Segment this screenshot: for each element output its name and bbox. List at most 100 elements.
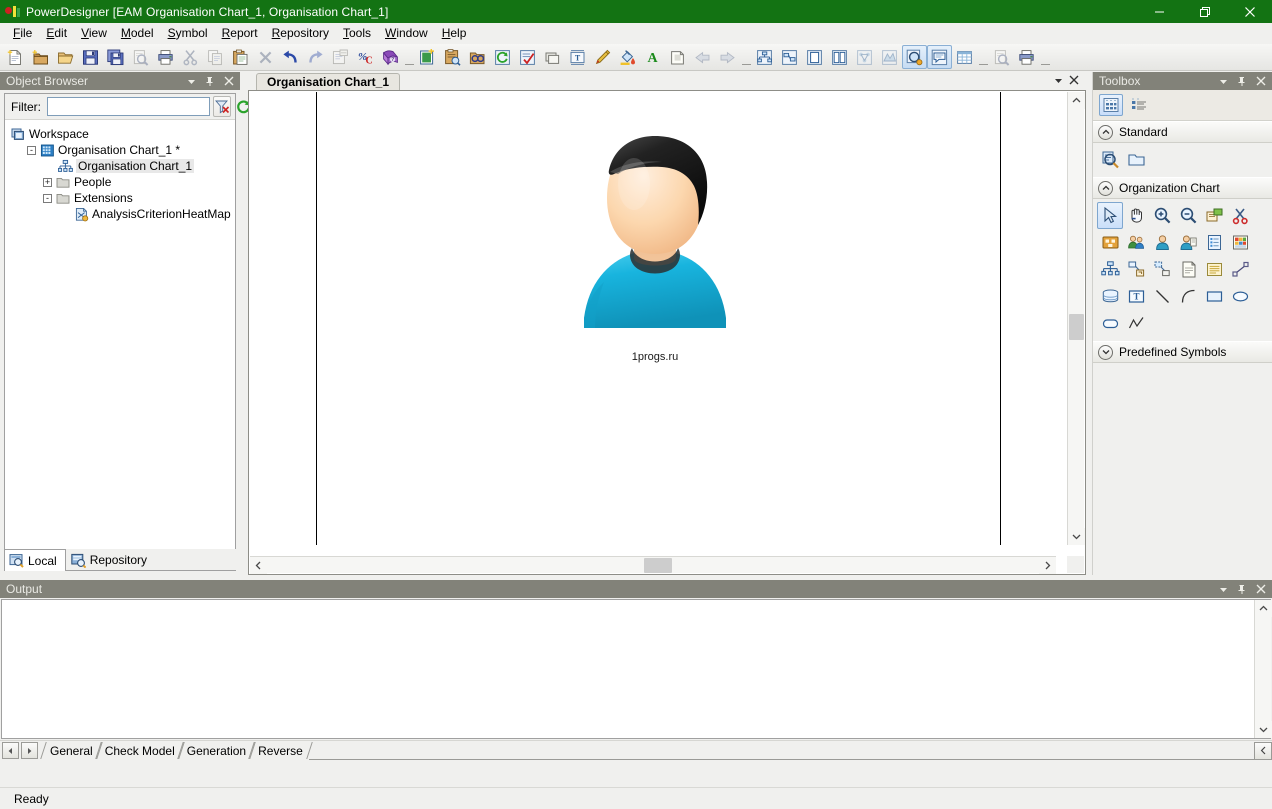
tree-node-people[interactable]: + People [11,174,233,190]
vertical-scroll-thumb[interactable] [1069,314,1084,340]
pointer-icon[interactable] [1097,202,1123,229]
zoom-properties-icon[interactable] [1097,146,1123,173]
tree-node-organisation-chart-1[interactable]: Organisation Chart_1 [11,158,233,174]
pen-icon[interactable] [590,45,615,69]
shadow-icon[interactable] [665,45,690,69]
grid-icon[interactable] [952,45,977,69]
chevron-left-icon[interactable] [1254,741,1272,760]
new-diagram-icon[interactable] [415,45,440,69]
output-text-area[interactable] [1,599,1272,739]
rectangle-icon[interactable] [1201,283,1227,310]
delete-scissors-icon[interactable] [1227,202,1253,229]
text-document-icon[interactable] [1201,256,1227,283]
text-frame-icon[interactable]: T [565,45,590,69]
output-tab-check-model[interactable]: Check Model [99,741,181,760]
menu-item-symbol[interactable]: Symbol [161,24,215,42]
chevron-right-icon[interactable] [1039,556,1056,574]
file-stack-icon[interactable] [1097,283,1123,310]
org-structure-icon[interactable] [1097,256,1123,283]
find-objects-icon[interactable] [465,45,490,69]
save-icon[interactable] [78,45,103,69]
tree-node-extensions[interactable]: - Extensions [11,190,233,206]
minimize-button[interactable] [1137,0,1182,23]
person-symbol[interactable]: 1progs.ru [570,132,740,363]
next-icon[interactable] [21,742,38,759]
prev-icon[interactable] [2,742,19,759]
zoom-window-icon[interactable] [902,45,927,69]
canvas-vertical-scrollbar[interactable] [1067,92,1085,545]
menu-item-view[interactable]: View [74,24,114,42]
toolbox-section-organization-chart[interactable]: Organization Chart [1093,177,1272,199]
tab-dropdown-icon[interactable] [1050,72,1066,88]
browser-tab-local[interactable]: Local [4,549,66,571]
diagram-canvas[interactable]: 1progs.ru [250,92,1056,545]
chevron-up-icon[interactable] [1255,600,1272,617]
chevron-down-icon[interactable] [1255,721,1272,738]
undo-icon[interactable] [278,45,303,69]
check-model-icon[interactable]: % C [353,45,378,69]
font-color-icon[interactable]: A [640,45,665,69]
chevron-up-icon[interactable] [1068,92,1085,109]
tree-node-workspace[interactable]: Workspace [11,126,233,142]
line-icon[interactable] [1149,283,1175,310]
menu-item-file[interactable]: File [6,24,39,42]
close-icon[interactable] [1253,73,1269,89]
close-icon[interactable] [1066,72,1082,88]
list-of-objects-icon[interactable] [440,45,465,69]
pin-icon[interactable] [1234,73,1250,89]
chevron-up-icon[interactable] [1098,180,1113,196]
tree-node-analysiscriterionheatmap[interactable]: AnalysisCriterionHeatMap [11,206,233,222]
help-icon[interactable]: ? [378,45,403,69]
note-icon[interactable] [1175,256,1201,283]
heatmap-icon[interactable] [1227,229,1253,256]
chevron-down-icon[interactable] [1068,528,1085,545]
panel-menu-icon[interactable] [1215,581,1231,597]
output-tab-general[interactable]: General [44,741,99,760]
menu-item-window[interactable]: Window [378,24,435,42]
page-view-icon[interactable] [802,45,827,69]
menu-item-edit[interactable]: Edit [39,24,74,42]
collapse-icon[interactable]: - [43,193,52,203]
open-package-icon[interactable] [1201,202,1227,229]
link-object-icon[interactable] [1123,256,1149,283]
expand-icon[interactable]: + [43,177,52,187]
symbol-icon[interactable] [540,45,565,69]
output-tab-reverse[interactable]: Reverse [252,741,309,760]
tab-organisation-chart-1[interactable]: Organisation Chart_1 [256,73,401,90]
open-model-icon[interactable] [53,45,78,69]
object-tree[interactable]: Workspace - Organisation Chart_1 * Organisa… [5,120,235,548]
collapse-icon[interactable]: - [27,145,36,155]
arc-icon[interactable] [1175,283,1201,310]
save-all-icon[interactable] [103,45,128,69]
horizontal-scroll-thumb[interactable] [644,558,672,573]
comment-icon[interactable] [927,45,952,69]
close-icon[interactable] [221,73,237,89]
title-box-icon[interactable]: T [1123,283,1149,310]
group-icon[interactable] [1123,229,1149,256]
columns-view-icon[interactable] [827,45,852,69]
pin-icon[interactable] [202,73,218,89]
tree-node-organisation-chart-1[interactable]: - Organisation Chart_1 * [11,142,233,158]
output-vertical-scrollbar[interactable] [1254,600,1272,738]
pin-icon[interactable] [1234,581,1250,597]
close-button[interactable] [1227,0,1272,23]
menu-item-tools[interactable]: Tools [336,24,378,42]
paste-icon[interactable] [228,45,253,69]
ellipse-icon[interactable] [1227,283,1253,310]
rounded-rect-icon[interactable] [1097,310,1123,337]
fill-color-icon[interactable] [615,45,640,69]
menu-item-model[interactable]: Model [114,24,161,42]
list-view-icon[interactable] [1127,94,1151,116]
new-model-icon[interactable] [3,45,28,69]
browser-tab-repository[interactable]: Repository [66,549,156,570]
chevron-up-icon[interactable] [1098,124,1113,140]
print-setup-icon[interactable] [1014,45,1039,69]
zoom-out-icon[interactable] [1175,202,1201,229]
print-icon[interactable] [153,45,178,69]
diagram-view-icon[interactable] [752,45,777,69]
maximize-button[interactable] [1182,0,1227,23]
organization-unit-icon[interactable] [1097,229,1123,256]
polyline-icon[interactable] [1123,310,1149,337]
menu-item-report[interactable]: Report [215,24,265,42]
zoom-in-icon[interactable] [1149,202,1175,229]
